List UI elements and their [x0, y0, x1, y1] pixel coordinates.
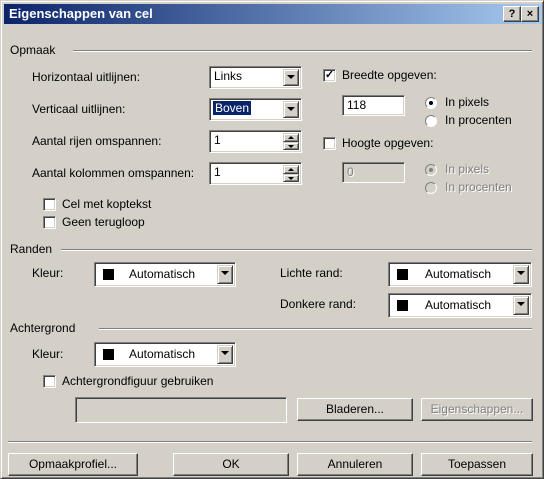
background-image-path[interactable] [75, 397, 287, 423]
help-button[interactable]: ? [503, 6, 521, 22]
width-value: 118 [347, 98, 367, 112]
spin-up-icon[interactable] [283, 165, 299, 174]
background-image-label[interactable]: Achtergrondfiguur gebruiken [62, 374, 213, 388]
nowrap-label[interactable]: Geen terugloop [62, 215, 145, 229]
width-checkbox[interactable]: ✓ [323, 69, 336, 82]
cols-span-spinner[interactable]: 1 [209, 162, 302, 185]
bottom-divider [8, 441, 532, 443]
height-checkbox[interactable] [323, 137, 336, 150]
title-bar[interactable]: Eigenschappen van cel ? × [4, 4, 542, 24]
dialog-title: Eigenschappen van cel [9, 6, 153, 21]
background-image-checkbox[interactable] [43, 375, 56, 388]
rows-span-value: 1 [214, 133, 221, 147]
style-button[interactable]: Opmaakprofiel... [8, 453, 138, 476]
background-color-value: Automatisch [129, 347, 196, 361]
color-swatch [103, 269, 114, 280]
color-swatch [397, 269, 408, 280]
vertical-align-value: Boven [213, 101, 252, 115]
width-check-label[interactable]: Breedte opgeven: [342, 68, 437, 82]
dialog-window: Eigenschappen van cel ? × Opmaak Horizon… [0, 0, 544, 479]
group-divider-layout [73, 50, 532, 52]
chevron-down-icon[interactable] [217, 345, 233, 364]
ok-button[interactable]: OK [173, 453, 289, 476]
height-percent-radio[interactable] [425, 182, 437, 194]
border-color-value: Automatisch [129, 267, 196, 281]
height-pixels-radio[interactable] [425, 164, 437, 176]
width-input[interactable]: 118 [342, 95, 405, 116]
vertical-align-dropdown[interactable]: Boven [209, 98, 302, 121]
spin-buttons[interactable] [283, 133, 299, 150]
width-percent-label[interactable]: In procenten [445, 113, 512, 127]
height-input[interactable]: 0 [342, 162, 405, 183]
chevron-down-icon[interactable] [217, 265, 233, 284]
height-pixels-label[interactable]: In pixels [445, 162, 489, 176]
group-title-layout: Opmaak [10, 43, 56, 57]
header-cell-checkbox[interactable] [43, 198, 56, 211]
header-cell-label[interactable]: Cel met koptekst [62, 197, 151, 211]
chevron-down-icon[interactable] [513, 265, 529, 284]
close-button[interactable]: × [521, 6, 539, 22]
browse-button[interactable]: Bladeren... [297, 398, 413, 421]
horizontal-align-dropdown[interactable]: Links [209, 66, 302, 89]
horizontal-align-label: Horizontaal uitlijnen: [32, 70, 141, 84]
chevron-down-icon[interactable] [283, 101, 299, 118]
light-border-value: Automatisch [425, 267, 492, 281]
background-color-label: Kleur: [32, 347, 64, 361]
spin-up-icon[interactable] [283, 133, 299, 142]
dark-border-label: Donkere rand: [280, 297, 357, 311]
group-divider-borders [61, 249, 532, 251]
color-swatch [397, 300, 408, 311]
nowrap-checkbox[interactable] [43, 216, 56, 229]
light-border-label: Lichte rand: [280, 266, 343, 280]
cols-span-label: Aantal kolommen omspannen: [32, 166, 195, 180]
cancel-button[interactable]: Annuleren [297, 453, 413, 476]
rows-span-spinner[interactable]: 1 [209, 130, 302, 153]
background-color-dropdown[interactable]: Automatisch [94, 342, 236, 367]
image-properties-button[interactable]: Eigenschappen... [421, 398, 533, 421]
height-percent-label[interactable]: In procenten [445, 180, 512, 194]
cols-span-value: 1 [214, 165, 221, 179]
width-pixels-label[interactable]: In pixels [445, 95, 489, 109]
group-title-borders: Randen [10, 242, 53, 256]
dark-border-value: Automatisch [425, 298, 492, 312]
height-check-label[interactable]: Hoogte opgeven: [342, 136, 433, 150]
spin-down-icon[interactable] [283, 141, 299, 150]
chevron-down-icon[interactable] [283, 69, 299, 86]
group-title-background: Achtergrond [10, 321, 76, 335]
border-color-dropdown[interactable]: Automatisch [94, 262, 236, 287]
horizontal-align-value: Links [214, 69, 243, 83]
color-swatch [103, 349, 114, 360]
width-percent-radio[interactable] [425, 115, 437, 127]
height-value: 0 [347, 165, 354, 179]
chevron-down-icon[interactable] [513, 296, 529, 315]
apply-button[interactable]: Toepassen [421, 453, 533, 476]
light-border-dropdown[interactable]: Automatisch [388, 262, 532, 287]
spin-down-icon[interactable] [283, 173, 299, 182]
dark-border-dropdown[interactable]: Automatisch [388, 293, 532, 318]
spin-buttons[interactable] [283, 165, 299, 182]
rows-span-label: Aantal rijen omspannen: [32, 134, 162, 148]
vertical-align-label: Verticaal uitlijnen: [32, 102, 126, 116]
group-divider-background [99, 328, 532, 330]
border-color-label: Kleur: [32, 266, 64, 280]
width-pixels-radio[interactable] [425, 97, 437, 109]
